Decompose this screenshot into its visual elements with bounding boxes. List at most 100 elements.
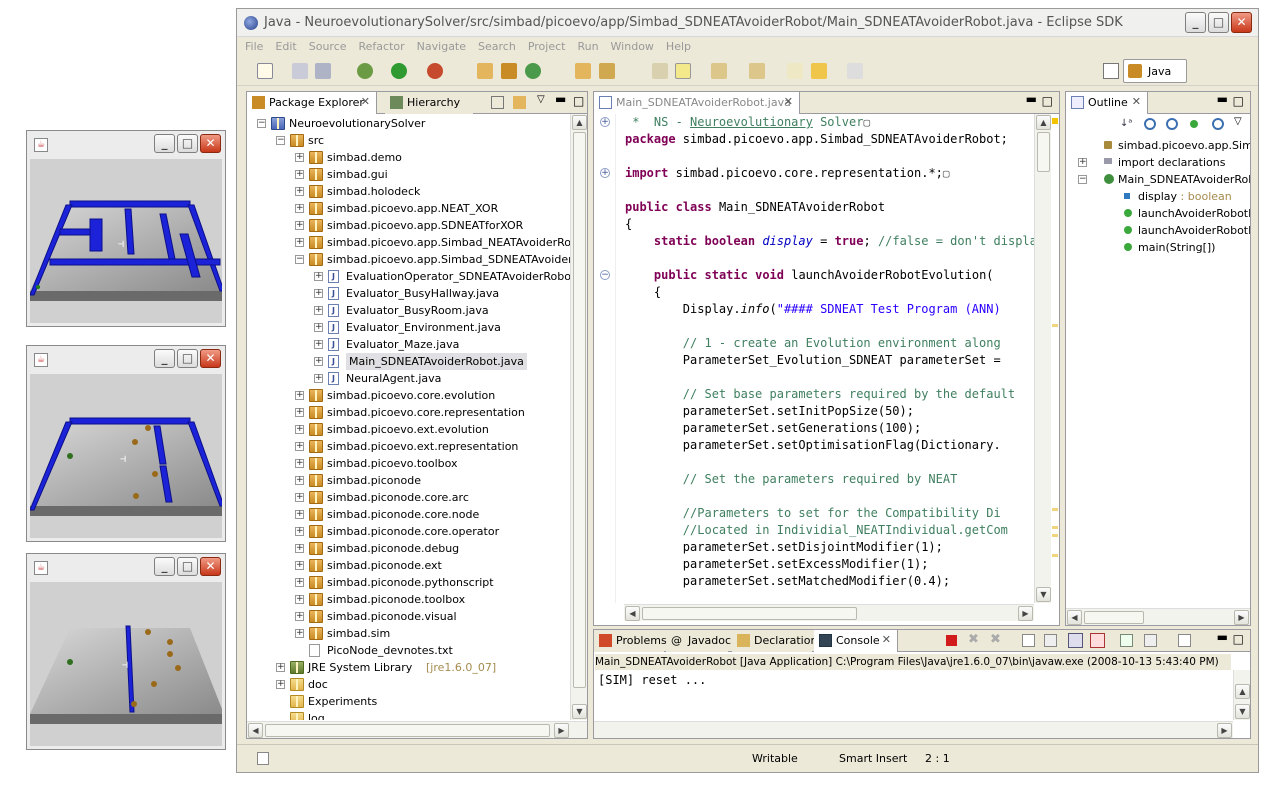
tree-item[interactable]: − simbad.picoevo.app.Simbad_SDNEATAvoider… <box>247 251 570 268</box>
fold-expand-icon[interactable]: + <box>600 117 610 127</box>
tree-item[interactable]: + simbad.picoevo.app.SDNEATforXOR <box>247 217 570 234</box>
console-vscroll[interactable]: ▲ ▼ <box>1233 670 1250 720</box>
expand-icon[interactable]: + <box>295 527 304 536</box>
expand-icon[interactable]: + <box>295 442 304 451</box>
tree-item[interactable]: + J NeuralAgent.java <box>247 370 570 387</box>
maximize-view-icon[interactable]: □ <box>573 94 584 108</box>
new-java-project-icon[interactable] <box>477 63 493 79</box>
scroll-right-arrow[interactable]: ▶ <box>1018 606 1033 621</box>
menu-project[interactable]: Project <box>528 37 566 56</box>
tab-declaration[interactable]: Declaration <box>732 630 817 652</box>
tree-item[interactable]: + doc <box>247 676 570 693</box>
hide-fields-icon[interactable] <box>1144 118 1156 130</box>
expand-icon[interactable]: + <box>314 323 323 332</box>
outline-item[interactable]: simbad.picoevo.app.Simba <box>1066 137 1250 154</box>
outline-item[interactable]: launchAvoiderRobotE <box>1066 222 1250 239</box>
show-stdout-icon[interactable] <box>1068 633 1083 648</box>
expand-icon[interactable]: + <box>295 510 304 519</box>
collapse-icon[interactable]: − <box>1078 175 1087 184</box>
scroll-up-arrow[interactable]: ▲ <box>572 115 587 130</box>
next-annotation-icon[interactable] <box>711 63 727 79</box>
run-icon[interactable] <box>391 63 407 79</box>
fast-view-icon[interactable] <box>257 752 269 765</box>
forward-icon[interactable] <box>847 63 863 79</box>
tree-item[interactable]: + simbad.picoevo.ext.evolution <box>247 421 570 438</box>
hide-static-icon[interactable] <box>1166 118 1178 130</box>
maximize-button[interactable]: □ <box>1208 12 1229 33</box>
scroll-right-arrow[interactable]: ▶ <box>554 723 569 738</box>
collapse-all-icon[interactable] <box>491 96 504 109</box>
busy-room-3d-view[interactable]: ⊣ <box>30 374 222 538</box>
maze-3d-view[interactable]: ⊣ <box>30 159 222 323</box>
tree-item[interactable]: + J Evaluator_Maze.java <box>247 336 570 353</box>
close-tab-icon[interactable]: ✕ <box>882 633 891 646</box>
menu-search[interactable]: Search <box>478 37 516 56</box>
scroll-up-arrow[interactable]: ▲ <box>1235 684 1250 699</box>
maximize-button[interactable]: □ <box>177 134 198 153</box>
highlight-icon[interactable] <box>675 63 691 79</box>
code-area[interactable]: * NS - Neuroevolutionary Solver▢ package … <box>617 114 1034 603</box>
back-icon[interactable] <box>811 63 827 79</box>
view-menu-icon[interactable]: ▽ <box>537 94 545 105</box>
close-button[interactable]: ✕ <box>1231 12 1252 33</box>
scroll-lock-icon[interactable] <box>1044 634 1057 647</box>
warning-marker[interactable] <box>1052 554 1058 557</box>
menu-run[interactable]: Run <box>577 37 598 56</box>
close-tab-icon[interactable]: ✕ <box>784 95 793 108</box>
expand-icon[interactable]: + <box>295 493 304 502</box>
tree-item[interactable]: + simbad.piconode.core.arc <box>247 489 570 506</box>
tree-item[interactable]: + J Evaluator_BusyHallway.java <box>247 285 570 302</box>
tab-package-explorer[interactable]: Package Explorer ✕ <box>247 92 377 114</box>
minimize-button[interactable]: _ <box>154 557 175 576</box>
expand-icon[interactable]: + <box>276 680 285 689</box>
link-with-editor-icon[interactable] <box>513 96 526 109</box>
close-tab-icon[interactable]: ✕ <box>361 95 370 108</box>
last-edit-icon[interactable] <box>787 63 803 79</box>
expand-icon[interactable]: + <box>295 476 304 485</box>
maximize-view-icon[interactable]: □ <box>1042 94 1053 108</box>
expand-icon[interactable]: + <box>295 578 304 587</box>
menu-edit[interactable]: Edit <box>275 37 296 56</box>
tree-item[interactable]: − src <box>247 132 570 149</box>
tree-item[interactable]: + simbad.holodeck <box>247 183 570 200</box>
terminate-icon[interactable] <box>946 635 957 646</box>
scroll-down-arrow[interactable]: ▼ <box>1036 587 1051 602</box>
open-type-icon[interactable] <box>575 63 591 79</box>
menu-file[interactable]: File <box>245 37 263 56</box>
pin-console-icon[interactable] <box>1120 634 1133 647</box>
expand-icon[interactable]: + <box>314 272 323 281</box>
close-tab-icon[interactable]: ✕ <box>1132 95 1141 108</box>
clear-console-icon[interactable] <box>1022 634 1035 647</box>
expand-icon[interactable]: + <box>295 204 304 213</box>
sim-window-titlebar[interactable]: ☕ _ □ ✕ <box>27 131 225 159</box>
warning-marker[interactable] <box>1052 324 1058 327</box>
maximize-button[interactable]: □ <box>177 557 198 576</box>
warning-marker[interactable] <box>1052 508 1058 511</box>
outline-item[interactable]: + import declarations <box>1066 154 1250 171</box>
expand-icon[interactable]: + <box>295 170 304 179</box>
console-hscroll[interactable]: ▶ <box>594 721 1233 738</box>
close-button[interactable]: ✕ <box>200 349 221 368</box>
window-titlebar[interactable]: Java - NeuroevolutionarySolver/src/simba… <box>237 9 1258 37</box>
busy-hallway-3d-view[interactable]: ⊣ <box>30 582 222 746</box>
expand-icon[interactable]: + <box>295 153 304 162</box>
tab-hierarchy[interactable]: Hierarchy <box>385 92 473 114</box>
new-package-icon[interactable] <box>501 63 517 79</box>
tree-item[interactable]: + simbad.piconode.pythonscript <box>247 574 570 591</box>
console-output[interactable]: [SIM] reset ... <box>598 673 706 687</box>
tree-item[interactable]: + J Main_SDNEATAvoiderRobot.java <box>247 353 570 370</box>
collapse-icon[interactable]: − <box>257 119 266 128</box>
scroll-right-arrow[interactable]: ▶ <box>1234 610 1249 625</box>
scroll-down-arrow[interactable]: ▼ <box>1235 704 1250 719</box>
expand-icon[interactable]: + <box>314 357 323 366</box>
collapse-icon[interactable]: − <box>276 136 285 145</box>
tree-item[interactable]: + simbad.gui <box>247 166 570 183</box>
tree-item[interactable]: + simbad.piconode.visual <box>247 608 570 625</box>
new-class-icon[interactable] <box>525 63 541 79</box>
debug-icon[interactable] <box>357 63 373 79</box>
tab-problems[interactable]: Problems <box>594 630 667 652</box>
maximize-button[interactable]: □ <box>177 349 198 368</box>
outline-item[interactable]: main(String[]) <box>1066 239 1250 256</box>
menu-help[interactable]: Help <box>666 37 691 56</box>
tab-outline[interactable]: Outline ✕ <box>1066 92 1148 114</box>
